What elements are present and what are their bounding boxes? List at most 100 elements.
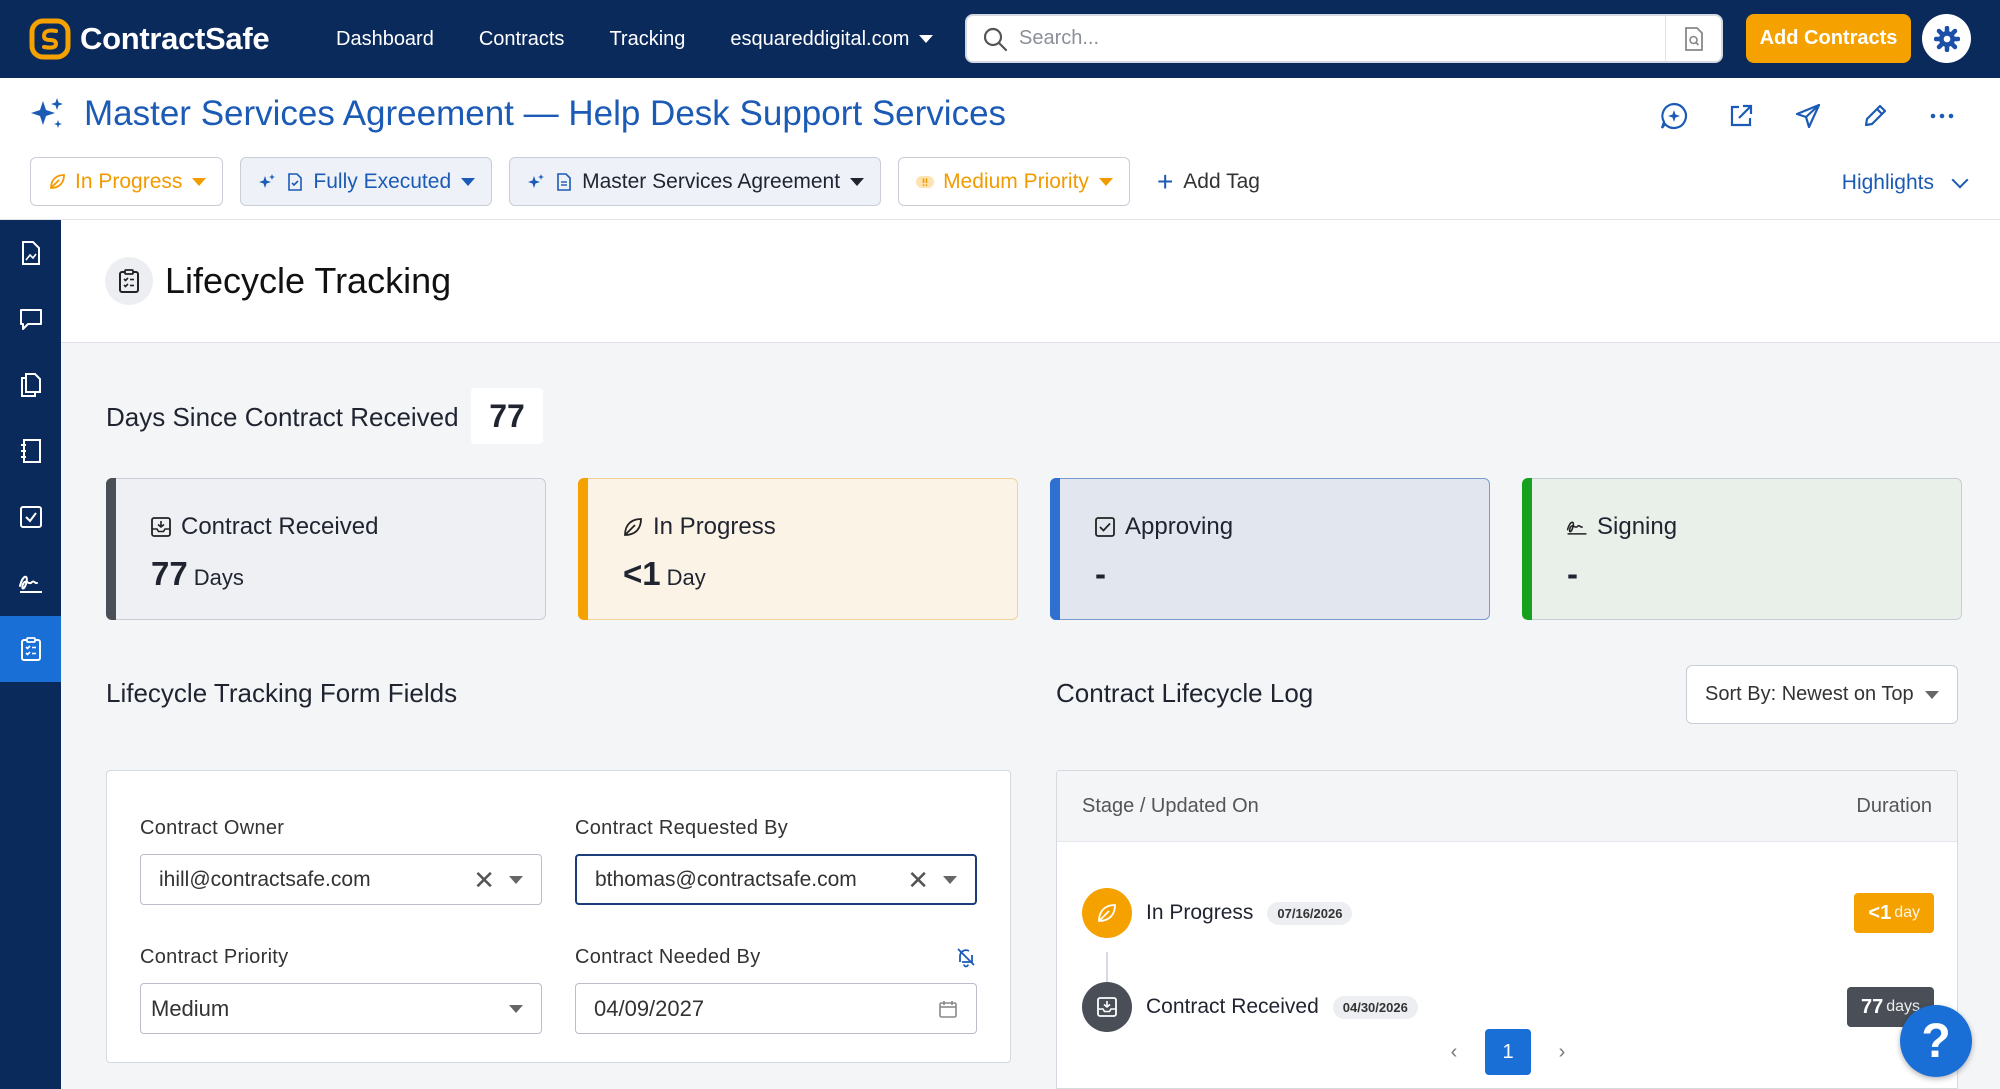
document-search-button[interactable] xyxy=(1665,16,1721,61)
checkbox-icon xyxy=(1095,517,1115,537)
inbox-download-icon xyxy=(1097,997,1117,1017)
add-contracts-button[interactable]: Add Contracts xyxy=(1746,14,1911,63)
lifecycle-log-card: Stage / Updated On Duration In Progress … xyxy=(1056,770,1958,1089)
sidebar-item-related-documents[interactable] xyxy=(0,352,61,418)
execution-tag[interactable]: Fully Executed xyxy=(240,157,493,206)
stage-label: Contract Received xyxy=(149,513,378,541)
add-tag-button[interactable]: + Add Tag xyxy=(1156,165,1260,197)
open-external-button[interactable] xyxy=(1723,98,1759,134)
ai-chat-icon xyxy=(1660,102,1688,130)
leaf-icon xyxy=(1098,904,1116,922)
left-sidebar xyxy=(0,220,61,1089)
leaf-icon xyxy=(50,173,65,189)
domain-selector[interactable]: esquareddigital.com xyxy=(730,27,934,51)
contract-title-row: Master Services Agreement — Help Desk Su… xyxy=(28,94,1006,134)
days-since-label: Days Since Contract Received xyxy=(106,402,459,432)
clear-icon[interactable]: ✕ xyxy=(907,867,929,893)
more-options-button[interactable] xyxy=(1924,98,1960,134)
sidebar-item-notebook[interactable] xyxy=(0,418,61,484)
priority-tag-label: Medium Priority xyxy=(943,169,1089,193)
status-tag[interactable]: In Progress xyxy=(30,157,224,206)
log-stage-date: 04/30/2026 xyxy=(1332,995,1418,1019)
page-button[interactable]: 1 xyxy=(1485,1029,1531,1075)
stage-dot xyxy=(1082,982,1132,1032)
external-link-icon xyxy=(1730,104,1753,127)
col-duration-header: Duration xyxy=(1856,794,1932,817)
app-logo[interactable]: ContractSafe xyxy=(28,17,298,61)
log-row: In Progress 07/16/2026 <1 day xyxy=(1082,887,1934,939)
sidebar-item-comments[interactable] xyxy=(0,286,61,352)
log-stage-name: Contract Received xyxy=(1146,995,1319,1018)
nav-dashboard[interactable]: Dashboard xyxy=(336,28,434,51)
caret-down-icon[interactable] xyxy=(943,875,957,884)
prev-page-button[interactable]: ‹ xyxy=(1431,1029,1477,1075)
send-button[interactable] xyxy=(1790,98,1826,134)
stage-dot xyxy=(1082,888,1132,938)
sort-by-select[interactable]: Sort By: Newest on Top xyxy=(1686,665,1958,724)
chevron-down-icon xyxy=(1951,171,1969,189)
ai-sparkle-icon xyxy=(31,98,63,128)
sidebar-item-document[interactable] xyxy=(0,220,61,286)
stage-card-approving: Approving - xyxy=(1050,478,1490,620)
edit-button[interactable] xyxy=(1857,98,1893,134)
domain-label: esquareddigital.com xyxy=(730,27,910,50)
comment-icon xyxy=(19,309,42,330)
clipboard-checklist-icon xyxy=(20,637,41,661)
contract-requested-by-select[interactable]: bthomas@contractsafe.com ✕ xyxy=(575,854,977,905)
log-duration-value: <1 xyxy=(1868,901,1892,924)
status-tag-label: In Progress xyxy=(75,169,183,193)
search-icon xyxy=(983,27,1008,51)
search-input[interactable] xyxy=(1019,27,1665,50)
main-nav: Dashboard Contracts Tracking esquareddig… xyxy=(336,28,978,51)
bell-off-icon[interactable] xyxy=(955,946,977,968)
ai-chat-button[interactable] xyxy=(1656,98,1692,134)
stage-label-text: In Progress xyxy=(653,513,776,540)
contract-header: Master Services Agreement — Help Desk Su… xyxy=(0,78,2000,220)
nav-tracking[interactable]: Tracking xyxy=(609,28,685,51)
log-duration-badge: <1 day xyxy=(1854,893,1934,933)
stage-label-text: Approving xyxy=(1125,513,1234,540)
caret-down-icon xyxy=(509,1004,523,1013)
form-fields-card: Contract Owner ihill@contractsafe.com ✕ … xyxy=(106,770,1011,1063)
stage-label: Approving xyxy=(1093,513,1233,541)
contract-title: Master Services Agreement — Help Desk Su… xyxy=(84,94,1007,133)
highlights-label: Highlights xyxy=(1841,171,1934,194)
ai-sparkle-icon xyxy=(259,173,276,188)
checkbox-icon xyxy=(19,506,42,528)
stage-color-bar xyxy=(1522,478,1532,620)
contract-priority-select[interactable]: Medium xyxy=(140,983,542,1034)
contract-needed-by-date-input[interactable]: 04/09/2027 xyxy=(575,983,977,1034)
next-page-button[interactable]: › xyxy=(1539,1029,1585,1075)
plus-icon: + xyxy=(1156,165,1174,197)
lifecycle-log-title: Contract Lifecycle Log xyxy=(1056,678,1314,708)
log-duration-unit: day xyxy=(1894,904,1920,921)
contract-needed-by-label-text: Contract Needed By xyxy=(575,946,761,968)
priority-tag[interactable]: Medium Priority xyxy=(898,157,1130,206)
stage-duration: <1 Day xyxy=(623,555,706,593)
clear-icon[interactable]: ✕ xyxy=(473,867,495,893)
contract-needed-by-field: Contract Needed By 04/09/2027 xyxy=(575,946,977,1034)
caret-down-icon xyxy=(919,35,934,43)
stage-duration-value: - xyxy=(1567,555,1578,592)
stage-label: Signing xyxy=(1565,513,1677,541)
sidebar-item-signing[interactable] xyxy=(0,550,61,616)
nav-contracts[interactable]: Contracts xyxy=(479,28,565,51)
add-tag-label: Add Tag xyxy=(1183,169,1260,193)
sidebar-item-lifecycle-tracking[interactable] xyxy=(0,616,61,682)
copy-documents-icon xyxy=(20,373,41,397)
highlights-toggle[interactable]: Highlights xyxy=(1841,171,1969,195)
inbox-download-icon xyxy=(151,517,171,537)
caret-down-icon[interactable] xyxy=(509,875,523,884)
contract-type-tag[interactable]: Master Services Agreement xyxy=(509,157,882,206)
stage-duration-value: - xyxy=(1095,555,1106,592)
log-stage-name: In Progress xyxy=(1146,901,1254,924)
log-duration-value: 77 xyxy=(1860,995,1884,1018)
contract-requested-by-value: bthomas@contractsafe.com xyxy=(595,867,857,891)
settings-button[interactable] xyxy=(1922,14,1971,63)
sidebar-item-approvals[interactable] xyxy=(0,484,61,550)
stage-card-signing: Signing - xyxy=(1522,478,1962,620)
calendar-icon[interactable] xyxy=(938,999,958,1019)
notebook-icon xyxy=(20,439,41,463)
contract-owner-select[interactable]: ihill@contractsafe.com ✕ xyxy=(140,854,542,905)
help-button[interactable]: ? xyxy=(1900,1005,1972,1077)
